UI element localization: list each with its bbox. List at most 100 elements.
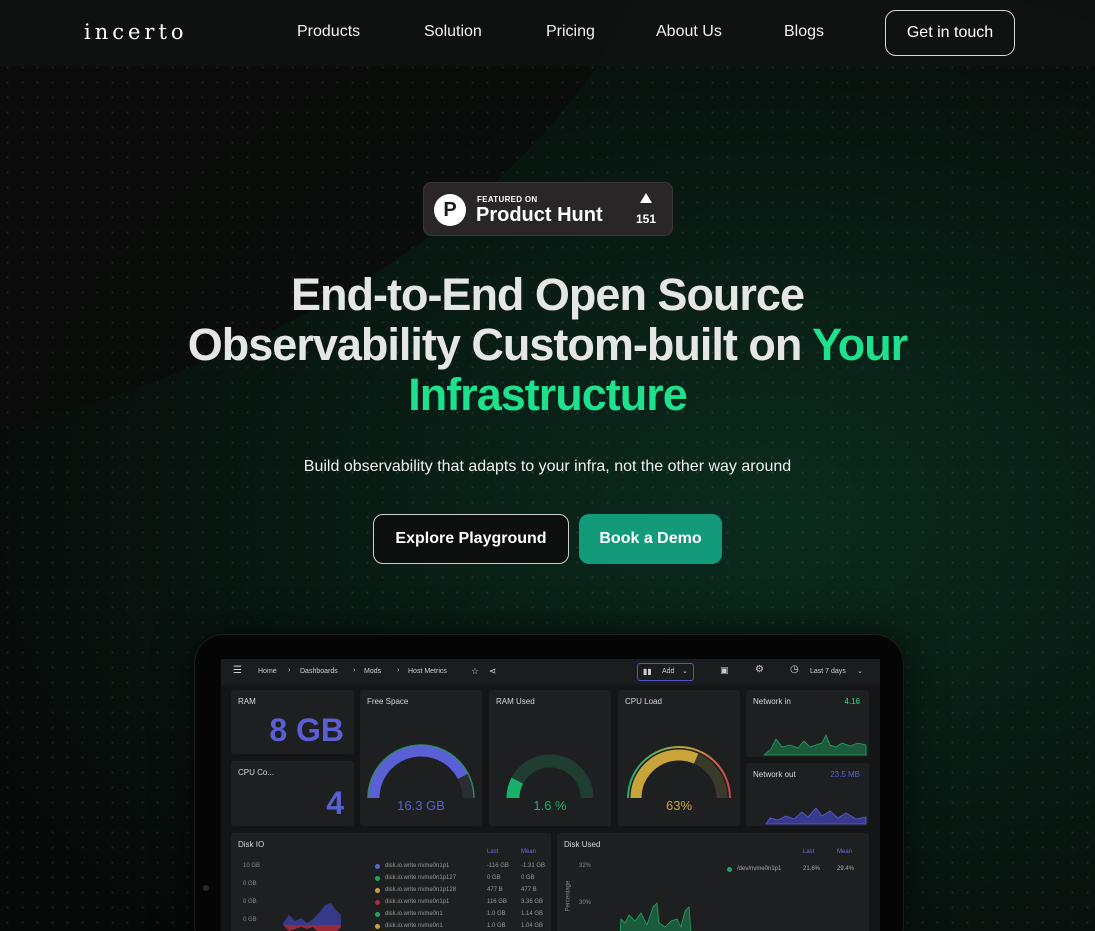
panel-network-out: Network out 23.5 MB bbox=[746, 763, 869, 826]
legend-mean: 3.36 GB bbox=[521, 899, 544, 905]
cpu-load-value: 63% bbox=[665, 798, 693, 813]
bar-chart-icon: ▮▮ bbox=[643, 667, 652, 676]
y-tick: 32% bbox=[579, 863, 592, 869]
legend-header-mean: Mean bbox=[837, 849, 853, 855]
hero-subtitle: Build observability that adapts to your … bbox=[303, 458, 792, 475]
legend-series-name: disk.io.write nvme0n1 bbox=[385, 911, 443, 917]
share-icon[interactable]: ⋖ bbox=[489, 666, 497, 677]
ram-value: 8 GB bbox=[269, 712, 344, 748]
y-tick: 0 GB bbox=[243, 899, 257, 905]
upvote-count: 151 bbox=[635, 212, 657, 226]
free-space-value: 16.3 GB bbox=[397, 798, 445, 813]
breadcrumb-home[interactable]: Home bbox=[258, 668, 277, 675]
y-tick: 0 GB bbox=[243, 917, 257, 923]
legend-series-name: disk.io.write nvme0n1p1 bbox=[385, 899, 450, 905]
product-hunt-badge[interactable]: P FEATURED ON Product Hunt 151 bbox=[423, 182, 673, 236]
gear-icon[interactable]: ⚙ bbox=[755, 664, 764, 675]
panel-ram-used: RAM Used 1.6 % bbox=[489, 690, 611, 826]
legend-series-name: disk.io.write nvme0n1p1 bbox=[385, 863, 450, 869]
panel-label: CPU Load bbox=[625, 697, 662, 706]
legend-series-name: disk.io.write nvme0n1p127 bbox=[385, 875, 457, 881]
incerto-logo[interactable]: incerto bbox=[84, 20, 188, 44]
legend-last: 1.0 GB bbox=[487, 923, 506, 929]
legend-mean: -1.31 GB bbox=[521, 863, 546, 869]
badge-title: Product Hunt bbox=[476, 204, 603, 226]
explore-playground-button[interactable]: Explore Playground bbox=[373, 514, 569, 564]
headline-accent-your: Your bbox=[812, 319, 908, 370]
legend-series-name: disk.io.write nvme0n1p128 bbox=[385, 887, 457, 893]
breadcrumb-dashboards[interactable]: Dashboards bbox=[300, 668, 338, 675]
add-label: Add bbox=[662, 668, 675, 675]
panel-label: CPU Co... bbox=[238, 768, 275, 777]
badge-featured-text: FEATURED ON bbox=[477, 195, 538, 204]
clock-icon[interactable]: ◷ bbox=[790, 664, 799, 675]
nav-link-solution[interactable]: Solution bbox=[424, 23, 482, 41]
network-out-sparkline bbox=[765, 807, 867, 825]
hero-headline: End-to-End Open Source Observability Cus… bbox=[150, 270, 945, 420]
y-axis-label: Percentage bbox=[565, 880, 572, 912]
chevron-right-icon: › bbox=[288, 667, 291, 674]
top-navigation: incerto Products Solution Pricing About … bbox=[0, 0, 1095, 66]
breadcrumb-mods[interactable]: Mods bbox=[364, 668, 381, 675]
panel-label: Disk IO bbox=[238, 840, 265, 849]
star-icon[interactable]: ☆ bbox=[471, 666, 479, 677]
panel-disk-io: Disk IO 10 GB 0 GB 0 GB 0 GB Last Mean d… bbox=[231, 833, 551, 931]
legend-swatch bbox=[727, 867, 732, 872]
y-tick: 30% bbox=[579, 900, 592, 906]
panel-cpu-load: CPU Load 63% bbox=[618, 690, 740, 826]
legend-last: 1.0 GB bbox=[487, 911, 506, 917]
legend-swatch bbox=[375, 876, 380, 881]
legend-mean: 1.04 GB bbox=[521, 923, 544, 929]
panel-label: Free Space bbox=[367, 697, 409, 706]
panel-label: Network in bbox=[753, 697, 791, 706]
get-in-touch-button[interactable]: Get in touch bbox=[885, 10, 1015, 56]
panel-network-in: Network in 4.16 bbox=[746, 690, 869, 757]
nav-link-pricing[interactable]: Pricing bbox=[546, 23, 595, 41]
panel-label: Network out bbox=[753, 770, 796, 779]
legend-header-last: Last bbox=[487, 849, 499, 855]
chevron-down-icon: ⌄ bbox=[682, 668, 688, 675]
legend-series-name: /dev/nvme0n1p1 bbox=[737, 866, 782, 872]
chevron-right-icon: › bbox=[397, 667, 400, 674]
network-in-sparkline bbox=[762, 734, 867, 756]
menu-icon[interactable]: ☰ bbox=[233, 665, 242, 676]
legend-header-last: Last bbox=[803, 849, 815, 855]
panel-label: Disk Used bbox=[564, 840, 601, 849]
add-panel-button[interactable]: ▮▮ Add ⌄ bbox=[637, 663, 694, 681]
panel-label: RAM Used bbox=[496, 697, 535, 706]
y-tick: 0 GB bbox=[243, 881, 257, 887]
legend-swatch bbox=[375, 912, 380, 917]
panel-ram: RAM 8 GB bbox=[231, 690, 354, 754]
nav-link-about-us[interactable]: About Us bbox=[656, 23, 722, 41]
panel-free-space: Free Space 16.3 GB bbox=[360, 690, 482, 826]
headline-line-2: Observability Custom-built on bbox=[187, 319, 803, 370]
nav-link-blogs[interactable]: Blogs bbox=[784, 23, 824, 41]
headline-accent-infrastructure: Infrastructure bbox=[408, 369, 688, 420]
legend-mean: 1.14 GB bbox=[521, 911, 544, 917]
cpu-cores-value: 4 bbox=[326, 785, 344, 821]
legend-last: 116 GB bbox=[487, 899, 507, 905]
book-demo-button[interactable]: Book a Demo bbox=[579, 514, 722, 564]
legend-last: 0 GB bbox=[487, 875, 501, 881]
breadcrumb-host-metrics[interactable]: Host Metrics bbox=[408, 668, 447, 675]
y-tick: 10 GB bbox=[243, 863, 261, 869]
chevron-right-icon: › bbox=[353, 667, 356, 674]
chevron-down-icon: ⌄ bbox=[857, 668, 863, 675]
headline-line-1: End-to-End Open Source bbox=[291, 269, 805, 320]
panel-label: RAM bbox=[238, 697, 256, 706]
nav-link-products[interactable]: Products bbox=[297, 23, 360, 41]
panel-cpu-cores: CPU Co... 4 bbox=[231, 761, 354, 826]
legend-swatch bbox=[375, 924, 380, 929]
save-icon[interactable]: ▣ bbox=[720, 665, 729, 676]
legend-mean: 29.4% bbox=[837, 866, 855, 872]
legend-header-mean: Mean bbox=[521, 849, 537, 855]
legend-swatch bbox=[375, 888, 380, 893]
panel-disk-used: Disk Used 32% 30% Percentage Last Mean /… bbox=[557, 833, 869, 931]
legend-mean: 477 B bbox=[521, 887, 537, 893]
legend-swatch bbox=[375, 900, 380, 905]
legend-mean: 0 GB bbox=[521, 875, 535, 881]
legend-series-name: disk.io.write nvme0n1 bbox=[385, 923, 443, 929]
time-range-label[interactable]: Last 7 days bbox=[810, 668, 846, 675]
upvote-arrow-icon bbox=[640, 193, 652, 203]
legend-last: 477 B bbox=[487, 887, 503, 893]
